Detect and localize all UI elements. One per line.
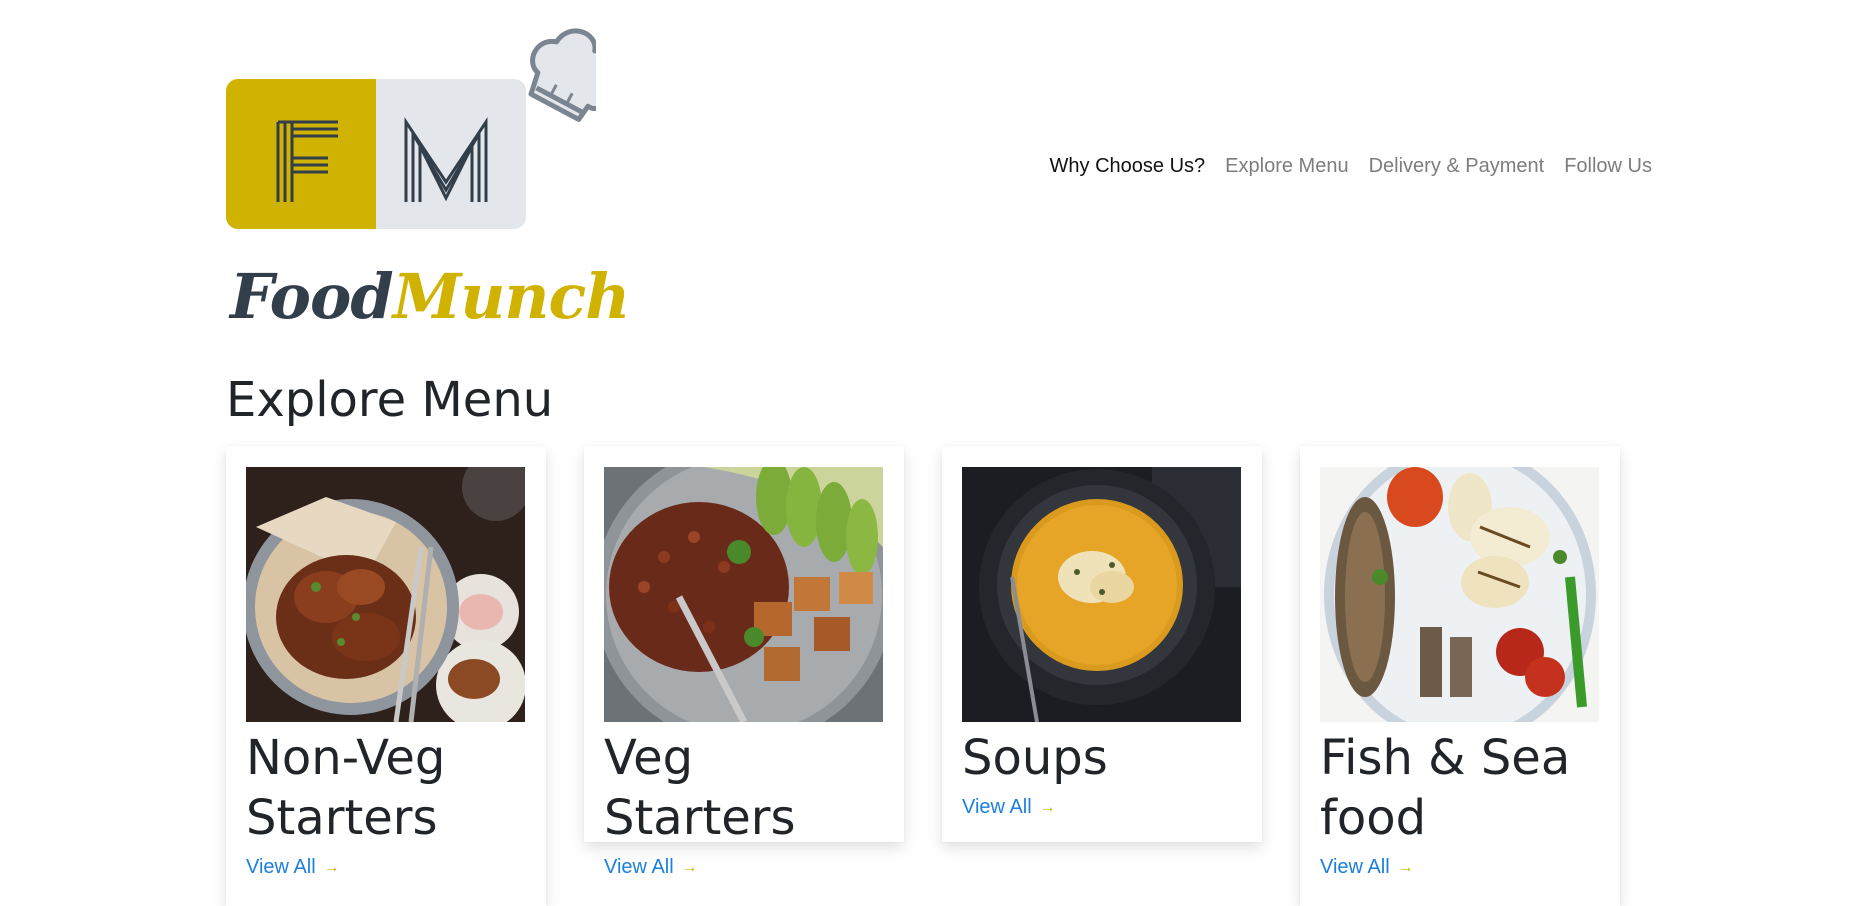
view-all-link[interactable]: View All → — [962, 796, 1056, 819]
site-logo[interactable] — [226, 18, 596, 233]
main-nav: Why Choose Us? Explore Menu Delivery & P… — [1050, 155, 1652, 178]
brand-munch: Munch — [392, 260, 631, 333]
view-all-link[interactable]: View All → — [246, 856, 340, 879]
nav-why-choose-us[interactable]: Why Choose Us? — [1050, 155, 1206, 178]
pumpkin-soup-image — [962, 467, 1241, 722]
view-all-link[interactable]: View All → — [1320, 856, 1414, 879]
seafood-platter-image — [1320, 467, 1599, 722]
view-all-label: View All — [604, 856, 674, 878]
brand-wordmark: FoodMunch — [230, 260, 631, 333]
chef-hat-logo-icon — [226, 28, 596, 229]
nav-delivery-payment[interactable]: Delivery & Payment — [1369, 155, 1545, 178]
nav-explore-menu[interactable]: Explore Menu — [1225, 155, 1348, 178]
tofu-avocado-bowl-image — [604, 467, 883, 722]
card-title: Non-Veg Starters — [246, 730, 446, 846]
view-all-label: View All — [962, 796, 1032, 818]
arrow-right-icon: → — [1039, 798, 1056, 816]
explore-menu-heading: Explore Menu — [226, 372, 554, 428]
arrow-right-icon: → — [1397, 858, 1414, 876]
card-title: Veg Starters — [604, 730, 796, 846]
brand-food: Food — [230, 260, 394, 333]
page-container: Why Choose Us? Explore Menu Delivery & P… — [226, 0, 1652, 906]
menu-card-veg: Veg Starters View All → — [584, 446, 904, 878]
arrow-right-icon: → — [323, 858, 340, 876]
view-all-label: View All — [1320, 856, 1390, 878]
nav-follow-us[interactable]: Follow Us — [1564, 155, 1652, 178]
arrow-right-icon: → — [681, 858, 698, 876]
card-title: Fish & Sea food — [1320, 730, 1571, 846]
menu-card-non-veg: Non-Veg Starters View All → — [226, 446, 546, 906]
view-all-label: View All — [246, 856, 316, 878]
menu-card-soups: Soups View All → — [942, 446, 1262, 842]
menu-card-seafood: Fish & Sea food View All → — [1300, 446, 1620, 906]
view-all-link[interactable]: View All → — [604, 856, 698, 879]
card-title: Soups — [962, 730, 1108, 786]
fried-chicken-image — [246, 467, 525, 722]
